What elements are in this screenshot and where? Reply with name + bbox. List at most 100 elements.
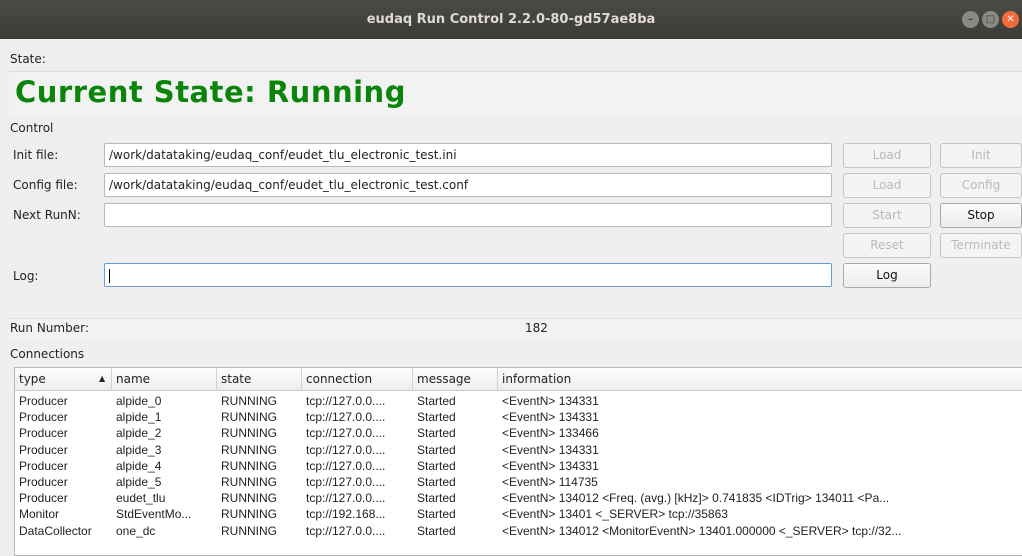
log-input[interactable]	[104, 263, 832, 287]
connections-table[interactable]: type ▲ name state connection message inf…	[14, 367, 1022, 556]
cell-name: one_dc	[116, 523, 156, 538]
load-config-button[interactable]: Load	[843, 173, 931, 198]
maximize-button[interactable]: □	[982, 11, 999, 28]
state-label: State:	[10, 52, 46, 66]
table-row[interactable]: Producer alpide_3 RUNNING tcp://127.0.0....…	[15, 442, 1022, 458]
column-header-message[interactable]: message	[413, 368, 498, 390]
cell-message: Started	[417, 475, 456, 489]
cell-type: Producer	[19, 458, 68, 473]
cell-type: Producer	[19, 442, 68, 457]
minimize-button[interactable]: –	[962, 11, 979, 28]
cell-connection: tcp://127.0.0....	[306, 458, 386, 473]
cell-information: <EventN> 134331	[502, 410, 599, 425]
reset-button[interactable]: Reset	[843, 233, 931, 258]
config-button[interactable]: Config	[940, 173, 1022, 198]
table-row[interactable]: Producer alpide_5 RUNNING tcp://127.0.0....…	[15, 474, 1022, 490]
load-init-button[interactable]: Load	[843, 143, 931, 168]
log-button[interactable]: Log	[843, 263, 931, 288]
config-file-input[interactable]: /work/datataking/eudaq_conf/eudet_tlu_el…	[104, 173, 832, 197]
cell-connection: tcp://127.0.0....	[306, 475, 386, 489]
cell-message: Started	[417, 410, 456, 425]
terminate-button[interactable]: Terminate	[940, 233, 1022, 258]
connections-section-label: Connections	[10, 347, 85, 361]
run-number-value: 182	[525, 321, 548, 335]
cell-information: <EventN> 134012 <MonitorEventN> 13401.00…	[502, 523, 902, 538]
column-header-information[interactable]: information	[498, 368, 1022, 390]
cell-message: Started	[417, 507, 456, 522]
text-caret	[109, 268, 110, 283]
cell-name: eudet_tlu	[116, 491, 166, 506]
current-state-text: Current State: Running	[15, 75, 406, 109]
cell-type: Monitor	[19, 507, 60, 522]
cell-message: Started	[417, 394, 456, 408]
cell-type: Producer	[19, 394, 68, 408]
table-row[interactable]: DataCollector one_dc RUNNING tcp://127.0.0.…	[15, 523, 1022, 539]
cell-name: alpide_0	[116, 394, 162, 408]
sort-ascending-icon: ▲	[99, 374, 106, 383]
cell-state: RUNNING	[221, 475, 277, 489]
run-number-bar	[9, 318, 1022, 341]
cell-type: Producer	[19, 475, 68, 489]
cell-state: RUNNING	[221, 394, 277, 408]
cell-type: DataCollector	[19, 523, 92, 538]
column-header-state[interactable]: state	[217, 368, 302, 390]
cell-information: <EventN> 13401 <_SERVER> tcp://35863	[502, 507, 728, 522]
cell-state: RUNNING	[221, 426, 277, 441]
cell-type: Producer	[19, 410, 68, 425]
cell-state: RUNNING	[221, 491, 277, 506]
cell-state: RUNNING	[221, 507, 277, 522]
init-button[interactable]: Init	[940, 143, 1022, 168]
cell-name: alpide_3	[116, 442, 162, 457]
stop-button[interactable]: Stop	[940, 203, 1022, 228]
table-row[interactable]: Producer alpide_2 RUNNING tcp://127.0.0....…	[15, 425, 1022, 441]
cell-information: <EventN> 134012 <Freq. (avg.) [kHz]> 0.7…	[502, 491, 890, 506]
cell-message: Started	[417, 426, 456, 441]
column-header-type[interactable]: type ▲	[15, 368, 112, 390]
cell-type: Producer	[19, 491, 68, 506]
table-row[interactable]: Producer alpide_1 RUNNING tcp://127.0.0....…	[15, 409, 1022, 425]
start-button[interactable]: Start	[843, 203, 931, 228]
config-file-label: Config file:	[13, 178, 78, 192]
table-row[interactable]: Monitor StdEventMo... RUNNING tcp://192.168…	[15, 506, 1022, 522]
cell-message: Started	[417, 491, 456, 506]
cell-state: RUNNING	[221, 523, 277, 538]
cell-name: alpide_2	[116, 426, 162, 441]
run-number-label: Run Number:	[10, 321, 89, 335]
cell-information: <EventN> 114735	[502, 475, 598, 489]
cell-name: alpide_4	[116, 458, 162, 473]
init-file-input[interactable]: /work/datataking/eudaq_conf/eudet_tlu_el…	[104, 143, 832, 167]
cell-type: Producer	[19, 426, 68, 441]
cell-name: alpide_5	[116, 475, 162, 489]
cell-information: <EventN> 134331	[502, 458, 599, 473]
column-header-connection[interactable]: connection	[302, 368, 413, 390]
log-label: Log:	[13, 269, 39, 283]
cell-connection: tcp://127.0.0....	[306, 426, 386, 441]
cell-state: RUNNING	[221, 458, 277, 473]
cell-name: alpide_1	[116, 410, 162, 425]
cell-connection: tcp://127.0.0....	[306, 410, 386, 425]
cell-connection: tcp://127.0.0....	[306, 394, 386, 408]
cell-connection: tcp://127.0.0....	[306, 442, 386, 457]
window-title: eudaq Run Control 2.2.0-80-gd57ae8ba	[366, 12, 656, 27]
close-button[interactable]: ✕	[1002, 11, 1019, 28]
window-titlebar: eudaq Run Control 2.2.0-80-gd57ae8ba – □…	[0, 0, 1022, 39]
table-row[interactable]: Producer alpide_0 RUNNING tcp://127.0.0....…	[15, 393, 1022, 409]
table-header: type ▲ name state connection message inf…	[15, 368, 1022, 391]
control-section-label: Control	[10, 121, 54, 135]
cell-information: <EventN> 133466	[502, 426, 599, 441]
cell-message: Started	[417, 442, 456, 457]
cell-information: <EventN> 134331	[502, 442, 599, 457]
cell-connection: tcp://127.0.0....	[306, 523, 386, 538]
cell-message: Started	[417, 523, 456, 538]
cell-name: StdEventMo...	[116, 507, 192, 522]
table-row[interactable]: Producer eudet_tlu RUNNING tcp://127.0.0...…	[15, 490, 1022, 506]
next-run-input[interactable]	[104, 203, 832, 227]
cell-connection: tcp://192.168...	[306, 507, 386, 522]
cell-state: RUNNING	[221, 410, 277, 425]
cell-connection: tcp://127.0.0....	[306, 491, 386, 506]
column-header-name[interactable]: name	[112, 368, 217, 390]
window-controls: – □ ✕	[962, 11, 1022, 29]
init-file-label: Init file:	[13, 148, 59, 162]
table-row[interactable]: Producer alpide_4 RUNNING tcp://127.0.0....…	[15, 458, 1022, 474]
cell-state: RUNNING	[221, 442, 277, 457]
